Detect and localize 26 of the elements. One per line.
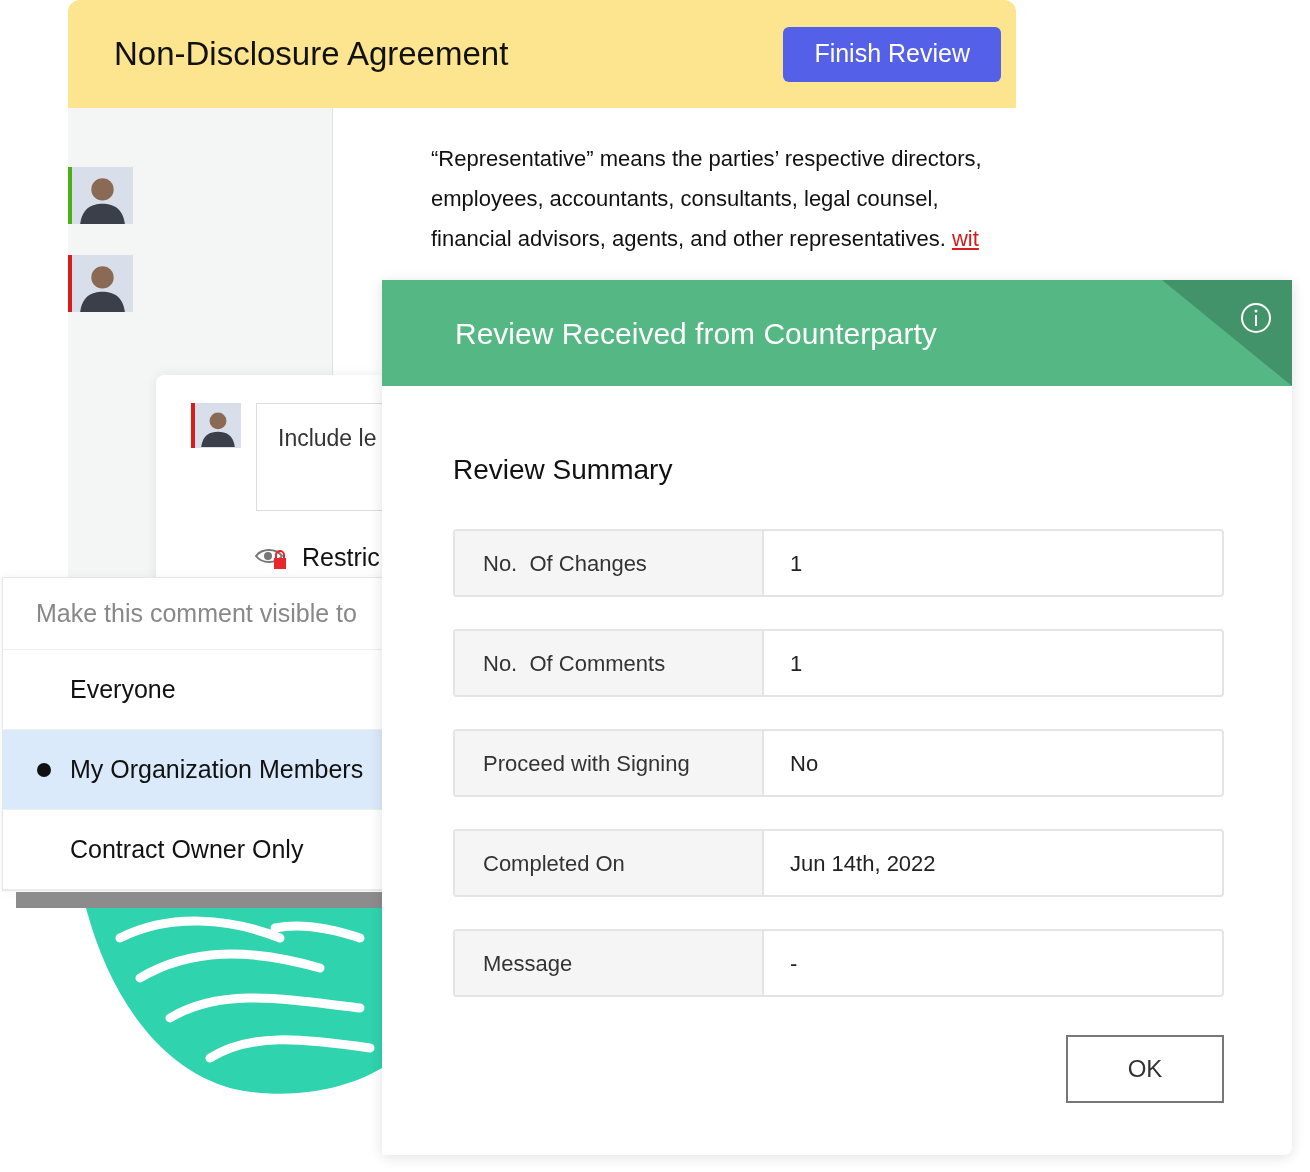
dialog-title: Review Received from Counterparty	[455, 315, 937, 352]
summary-value: 1	[789, 649, 804, 678]
document-title: Non-Disclosure Agreement	[114, 34, 509, 75]
menu-option[interactable]: Everyone	[3, 650, 382, 730]
info-icon[interactable]	[1240, 302, 1272, 334]
summary-value: Jun 14th, 2022	[789, 849, 937, 878]
document-text-line: “Representative” means the parties’ respective directors,	[431, 145, 982, 173]
menu-option[interactable]: Contract Owner Only	[3, 810, 382, 890]
avatar-icon	[72, 167, 133, 224]
avatar-icon	[72, 255, 133, 312]
summary-label: Completed On	[455, 831, 764, 895]
document-text-line: financial advisors, agents, and other representatives. wit	[431, 225, 980, 253]
ok-button[interactable]: OK	[1066, 1035, 1224, 1103]
summary-value: No	[789, 749, 820, 778]
summary-label: No. Of Comments	[455, 631, 764, 695]
restriction-label[interactable]: Restric	[302, 539, 380, 577]
section-title: Review Summary	[453, 453, 674, 487]
finish-review-button[interactable]: Finish Review	[783, 26, 1001, 82]
summary-value: -	[789, 949, 799, 978]
summary-label: Proceed with Signing	[455, 731, 764, 795]
summary-label: Message	[455, 931, 764, 995]
summary-value: 1	[789, 549, 804, 578]
menu-option[interactable]: My Organization Members	[3, 730, 382, 810]
summary-label: No. Of Changes	[455, 531, 764, 595]
document-text-line: employees, accountants, consultants, legal counsel,	[431, 185, 940, 213]
avatar-icon	[195, 403, 241, 448]
